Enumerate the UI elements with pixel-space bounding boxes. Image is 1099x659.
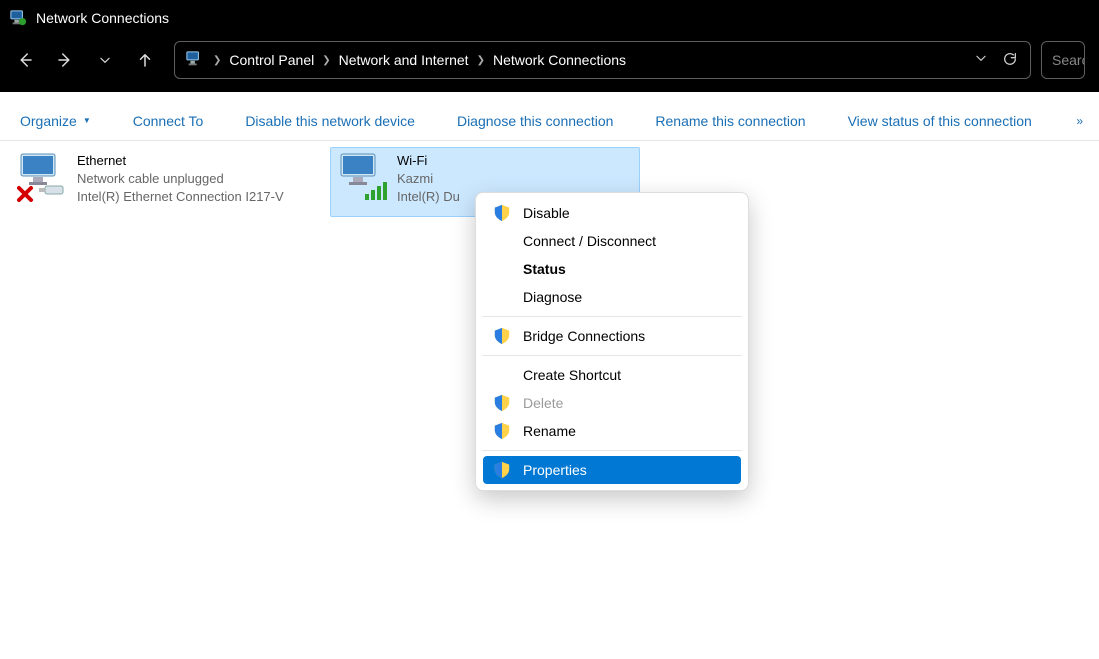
- disable-device-button[interactable]: Disable this network device: [231, 107, 429, 135]
- connection-item-ethernet[interactable]: Ethernet Network cable unplugged Intel(R…: [10, 147, 320, 217]
- organize-button[interactable]: Organize▼: [6, 107, 105, 135]
- shield-icon: [493, 327, 511, 345]
- menu-item-properties[interactable]: Properties: [483, 456, 741, 484]
- menu-item-bridge[interactable]: Bridge Connections: [483, 322, 741, 350]
- breadcrumb-control-panel[interactable]: Control Panel: [229, 52, 314, 68]
- refresh-button[interactable]: [1002, 51, 1018, 70]
- window-icon: [8, 8, 28, 28]
- connection-status: Kazmi: [397, 170, 460, 188]
- location-icon: [185, 50, 205, 70]
- ethernet-icon: [17, 152, 67, 202]
- chevron-right-icon[interactable]: ❯: [322, 55, 330, 66]
- address-bar[interactable]: ❯ Control Panel ❯ Network and Internet ❯…: [174, 41, 1031, 79]
- connection-name: Wi-Fi: [397, 152, 460, 170]
- shield-icon: [493, 461, 511, 479]
- forward-button[interactable]: [54, 49, 76, 71]
- connection-device: Intel(R) Du: [397, 188, 460, 206]
- menu-item-delete: Delete: [483, 389, 741, 417]
- shield-icon: [493, 394, 511, 412]
- search-placeholder: Search: [1052, 52, 1085, 68]
- chevron-right-icon[interactable]: ❯: [477, 55, 485, 66]
- shield-icon: [493, 422, 511, 440]
- shield-icon: [493, 204, 511, 222]
- context-menu: Disable Connect / Disconnect Status Diag…: [475, 192, 749, 491]
- recent-locations-button[interactable]: [94, 49, 116, 71]
- breadcrumb-network-internet[interactable]: Network and Internet: [339, 52, 469, 68]
- menu-item-disable[interactable]: Disable: [483, 199, 741, 227]
- window-title: Network Connections: [36, 10, 169, 26]
- up-button[interactable]: [134, 49, 156, 71]
- address-dropdown-button[interactable]: [974, 51, 988, 70]
- rename-connection-button[interactable]: Rename this connection: [641, 107, 819, 135]
- search-input[interactable]: Search: [1041, 41, 1085, 79]
- menu-separator: [482, 355, 742, 356]
- back-button[interactable]: [14, 49, 36, 71]
- view-status-button[interactable]: View status of this connection: [834, 107, 1046, 135]
- menu-item-create-shortcut[interactable]: Create Shortcut: [483, 361, 741, 389]
- command-bar: Organize▼ Connect To Disable this networ…: [0, 101, 1099, 141]
- menu-item-diagnose[interactable]: Diagnose: [483, 283, 741, 311]
- chevron-right-icon[interactable]: ❯: [213, 55, 221, 66]
- overflow-button[interactable]: »: [1066, 114, 1093, 128]
- navigation-bar: ❯ Control Panel ❯ Network and Internet ❯…: [0, 36, 1099, 92]
- connection-status: Network cable unplugged: [77, 170, 284, 188]
- menu-separator: [482, 450, 742, 451]
- diagnose-connection-button[interactable]: Diagnose this connection: [443, 107, 627, 135]
- connection-device: Intel(R) Ethernet Connection I217-V: [77, 188, 284, 206]
- nav-arrows: [14, 49, 156, 71]
- menu-item-status[interactable]: Status: [483, 255, 741, 283]
- title-bar: Network Connections: [0, 0, 1099, 36]
- menu-item-connect-disconnect[interactable]: Connect / Disconnect: [483, 227, 741, 255]
- wifi-icon: [337, 152, 387, 202]
- menu-separator: [482, 316, 742, 317]
- connection-name: Ethernet: [77, 152, 284, 170]
- menu-item-rename[interactable]: Rename: [483, 417, 741, 445]
- caret-down-icon: ▼: [83, 116, 91, 125]
- connect-to-button[interactable]: Connect To: [119, 107, 218, 135]
- breadcrumb-network-connections[interactable]: Network Connections: [493, 52, 626, 68]
